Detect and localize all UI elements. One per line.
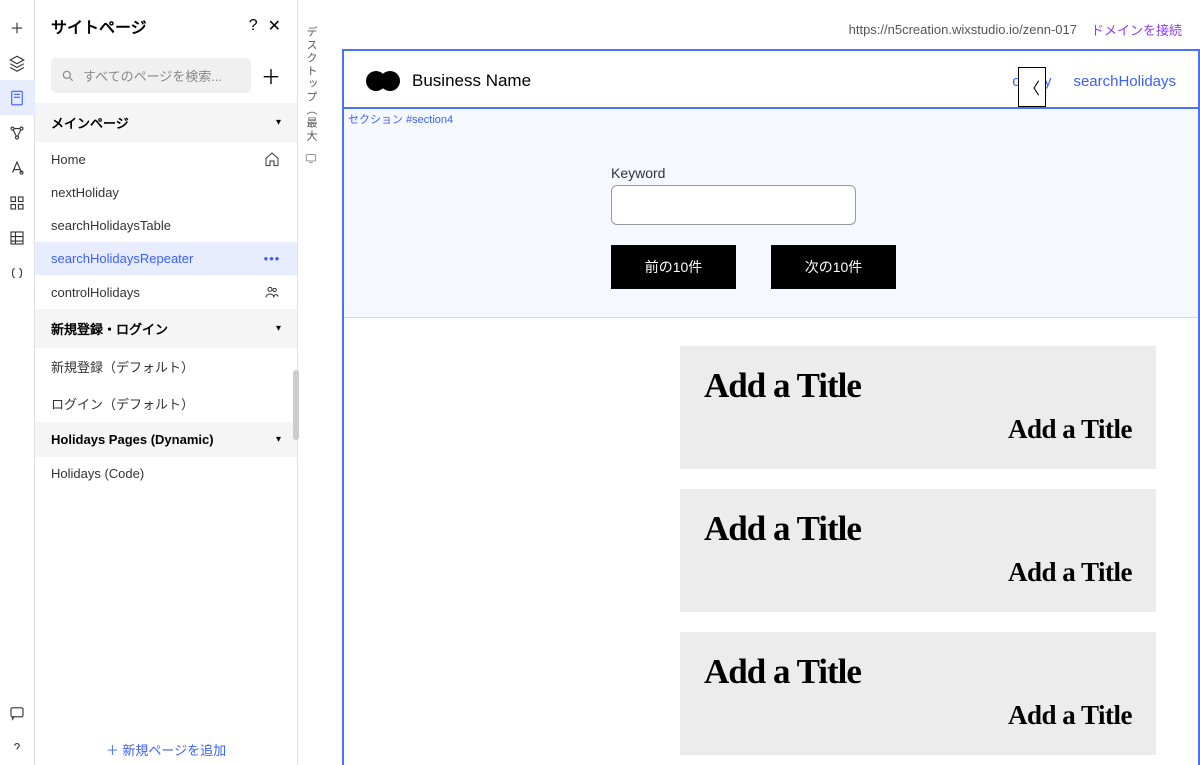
next-10-button[interactable]: 次の10件 — [771, 245, 896, 289]
sidebar-title: サイトページ — [51, 14, 239, 38]
site-url: https://n5creation.wixstudio.io/zenn-017 — [849, 22, 1077, 37]
chevron-down-icon: ▾ — [276, 323, 281, 334]
device-icon — [304, 151, 318, 168]
home-icon — [263, 151, 281, 167]
prev-10-button[interactable]: 前の10件 — [611, 245, 736, 289]
repeater-item[interactable]: Add a Title Add a Title — [680, 632, 1156, 755]
item-title-sub: Add a Title — [704, 557, 1132, 588]
business-name: Business Name — [412, 71, 531, 91]
site-frame: Business Name oliday searchHolidays 〈 セク… — [342, 49, 1200, 765]
item-title-main: Add a Title — [704, 509, 1132, 549]
keyword-input[interactable] — [611, 185, 856, 225]
nav-prev-arrow[interactable]: 〈 — [1018, 67, 1046, 107]
rail-data-icon[interactable] — [0, 220, 35, 255]
section-body[interactable]: セクション #section4 Keyword 前の10件 次の10件 — [344, 109, 1198, 318]
item-title-sub: Add a Title — [704, 414, 1132, 445]
section-holidays-dynamic[interactable]: Holidays Pages (Dynamic) ▾ — [35, 422, 297, 457]
chevron-down-icon: ▾ — [276, 434, 281, 445]
chevron-down-icon: ▾ — [276, 117, 281, 128]
rail-connections-icon[interactable] — [0, 115, 35, 150]
repeater-item[interactable]: Add a Title Add a Title — [680, 489, 1156, 612]
page-item-searchholidaystable[interactable]: searchHolidaysTable — [35, 209, 297, 242]
rail-layers-icon[interactable] — [0, 45, 35, 80]
repeater: Add a Title Add a Title Add a Title Add … — [344, 318, 1198, 755]
search-input[interactable]: すべてのページを検索... — [51, 58, 251, 93]
item-title-sub: Add a Title — [704, 700, 1132, 731]
site-header: Business Name oliday searchHolidays 〈 — [344, 51, 1198, 109]
add-page-icon[interactable]: ＋ — [261, 61, 281, 90]
more-icon[interactable]: ••• — [263, 251, 281, 266]
site-logo[interactable] — [366, 71, 400, 91]
page-item-signup-default[interactable]: 新規登録（デフォルト） — [35, 348, 297, 385]
repeater-item[interactable]: Add a Title Add a Title — [680, 346, 1156, 469]
help-icon[interactable]: ? — [249, 17, 258, 35]
breakpoint-strip: デスクトップ（最大 — [298, 0, 324, 765]
search-placeholder: すべてのページを検索... — [83, 66, 222, 85]
page-item-home[interactable]: Home — [35, 142, 297, 176]
page-item-searchholidaysrepeater[interactable]: searchHolidaysRepeater ••• — [35, 242, 297, 275]
rail-text-icon[interactable] — [0, 150, 35, 185]
item-title-main: Add a Title — [704, 652, 1132, 692]
nav-link-search[interactable]: searchHolidays — [1073, 73, 1176, 90]
rail-help-icon[interactable] — [0, 730, 35, 765]
pages-sidebar: サイトページ ? ✕ すべてのページを検索... ＋ メインページ ▾ Home… — [35, 0, 298, 765]
page-item-holidays-code[interactable]: Holidays (Code) — [35, 457, 297, 490]
icon-rail — [0, 0, 35, 765]
breakpoint-label: デスクトップ（最大 — [303, 26, 319, 143]
members-icon — [263, 284, 281, 300]
rail-pages-icon[interactable] — [0, 80, 35, 115]
canvas-area: https://n5creation.wixstudio.io/zenn-017… — [324, 0, 1200, 765]
add-new-page-button[interactable]: ＋ 新規ページを追加 — [35, 726, 297, 765]
resize-handle[interactable] — [293, 370, 299, 440]
section-main-pages[interactable]: メインページ ▾ — [35, 103, 297, 142]
close-icon[interactable]: ✕ — [268, 16, 281, 36]
page-item-nextholiday[interactable]: nextHoliday — [35, 176, 297, 209]
page-item-login-default[interactable]: ログイン（デフォルト） — [35, 385, 297, 422]
keyword-label: Keyword — [611, 165, 931, 181]
rail-code-icon[interactable] — [0, 255, 35, 290]
connect-domain-link[interactable]: ドメインを接続 — [1091, 20, 1182, 39]
rail-chat-icon[interactable] — [0, 695, 35, 730]
section-indicator: セクション #section4 — [348, 111, 453, 127]
item-title-main: Add a Title — [704, 366, 1132, 406]
rail-add-icon[interactable] — [0, 10, 35, 45]
rail-apps-icon[interactable] — [0, 185, 35, 220]
section-signup-login[interactable]: 新規登録・ログイン ▾ — [35, 309, 297, 348]
page-item-controlholidays[interactable]: controlHolidays — [35, 275, 297, 309]
